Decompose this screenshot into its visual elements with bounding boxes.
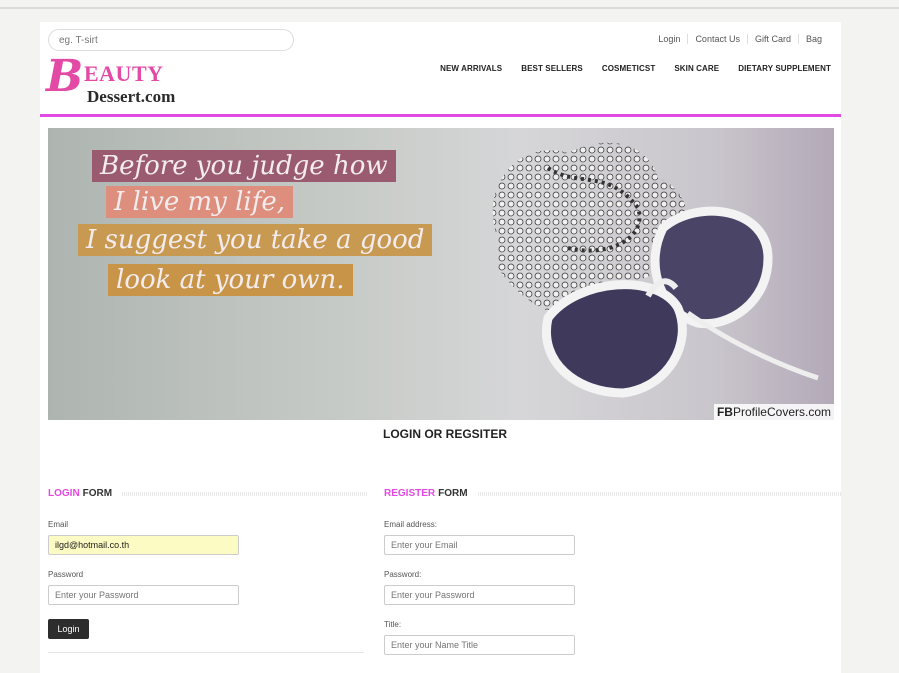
register-name-title-field[interactable] [384, 635, 575, 655]
site-logo[interactable]: B EAUTY Dessert.com [42, 51, 222, 109]
register-password-field[interactable] [384, 585, 575, 605]
logo-initial: B [46, 51, 84, 102]
hero-banner: Before you judge how I live my life, I s… [48, 128, 834, 420]
register-title-accent: REGISTER [384, 488, 436, 499]
register-email-label: Email address: [384, 520, 437, 529]
login-email-label: Email [48, 520, 69, 529]
login-email-field[interactable]: ilgd@hotmail.co.th [48, 535, 239, 555]
header-accent-line [40, 114, 841, 117]
quote-line-2: I live my life, [106, 186, 294, 218]
login-password-label: Password [48, 570, 84, 579]
login-button[interactable]: Login [48, 619, 89, 639]
register-form-title: REGISTER FORM [384, 488, 841, 499]
register-title-rest: FORM [438, 488, 468, 499]
search-input[interactable] [48, 29, 294, 51]
nav-dietary-supplement[interactable]: DIETARY SUPPLEMENT [738, 64, 831, 73]
quote-line-4: look at your own. [108, 264, 353, 296]
register-password-label: Password: [384, 570, 422, 579]
register-email-field[interactable] [384, 535, 575, 555]
login-title-accent: LOGIN [48, 488, 80, 499]
login-link[interactable]: Login [651, 34, 687, 44]
top-divider [0, 7, 899, 9]
logo-word: EAUTY [84, 61, 164, 86]
register-title-rule [477, 491, 841, 496]
nav-skin-care[interactable]: SKIN CARE [674, 64, 719, 73]
bag-link[interactable]: Bag [797, 34, 829, 44]
quote-line-3: I suggest you take a good [78, 224, 433, 256]
login-title-rule [122, 491, 368, 496]
login-title-rest: FORM [82, 488, 113, 499]
logo-domain: Dessert.com [87, 87, 176, 106]
quote-line-1: Before you judge how [92, 150, 396, 182]
page-title: LOGIN OR REGSITER [383, 427, 508, 441]
register-title-label: Title: [384, 620, 402, 629]
banner-credit: FBProfileCovers.com [713, 404, 834, 420]
contact-us-link[interactable]: Contact Us [687, 34, 747, 44]
nav-new-arrivals[interactable]: NEW ARRIVALS [440, 64, 502, 73]
top-links: Login Contact Us Gift Card Bag [651, 34, 829, 44]
credit-rest: ProfileCovers.com [732, 405, 831, 419]
nav-cosmetics[interactable]: COSMETICST [602, 64, 655, 73]
credit-bold: FB [716, 405, 733, 419]
nav-best-sellers[interactable]: BEST SELLERS [521, 64, 583, 73]
page-container: Login Contact Us Gift Card Bag B EAUTY D… [40, 22, 841, 673]
login-form-title: LOGIN FORM [48, 488, 368, 499]
login-password-field[interactable] [48, 585, 239, 605]
gift-card-link[interactable]: Gift Card [746, 34, 798, 44]
main-nav: NEW ARRIVALS BEST SELLERS COSMETICST SKI… [421, 64, 831, 73]
login-divider [48, 652, 364, 653]
